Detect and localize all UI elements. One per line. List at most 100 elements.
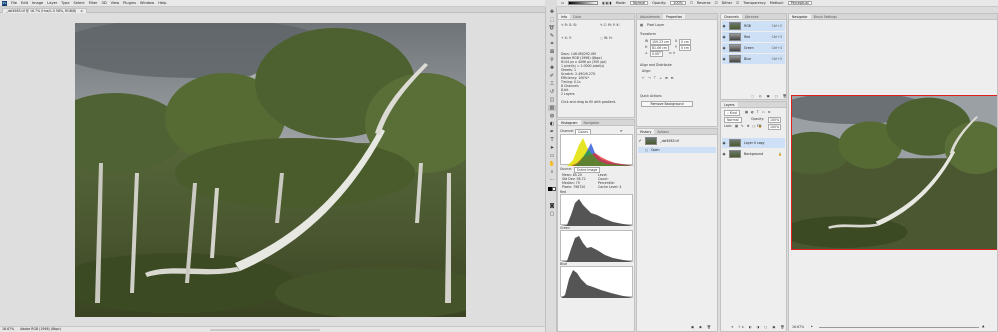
y-field[interactable]: 0 cm	[679, 45, 691, 51]
transform-title[interactable]: Transform	[640, 32, 656, 36]
canvas-area[interactable]	[0, 13, 545, 326]
gradient-style-icons[interactable]: ▮▯▮▯▮	[602, 1, 611, 5]
layer-filter-kind[interactable]: ⌕ Kind	[724, 110, 740, 116]
tab-color[interactable]: Color	[570, 14, 584, 19]
zoom-in-icon[interactable]: ▲	[982, 324, 984, 328]
layer-opacity-field[interactable]: 100%	[768, 117, 782, 123]
eye-icon[interactable]: ◉	[722, 152, 726, 156]
history-brush-icon[interactable]: ↺	[548, 89, 556, 95]
color-swatches-icon[interactable]	[548, 187, 556, 193]
document-image[interactable]	[75, 23, 466, 317]
quick-select-icon[interactable]: ✎	[548, 33, 556, 39]
tab-brush-settings[interactable]: Brush Settings	[811, 14, 840, 19]
zoom-out-icon[interactable]: ▴	[811, 324, 813, 328]
healing-brush-icon[interactable]: ✚	[548, 65, 556, 71]
channels-footer-icons[interactable]: ◌ ◎ ▣ ▢ 🗑	[751, 94, 786, 98]
menu-view[interactable]: View	[111, 1, 120, 5]
menu-layer[interactable]: Layer	[47, 1, 57, 5]
fill-field[interactable]: 100%	[768, 124, 782, 130]
tab-histogram[interactable]: Histogram	[558, 120, 581, 125]
zoom-tool-icon[interactable]: ⌕	[548, 169, 556, 175]
menu-filter[interactable]: Filter	[89, 1, 98, 5]
history-state[interactable]: ▢ Open	[638, 147, 716, 153]
reverse-checkbox[interactable]: ☐	[690, 1, 693, 5]
menu-type[interactable]: Type	[61, 1, 69, 5]
pen-tool-icon[interactable]: ✒	[548, 129, 556, 135]
history-snapshot[interactable]: ✐ _dsf4983.tif	[638, 136, 716, 146]
lasso-tool-icon[interactable]: ➰	[548, 25, 556, 31]
dither-checkbox[interactable]: ☑	[715, 1, 718, 5]
menu-window[interactable]: Window	[140, 1, 154, 5]
eyedropper-icon[interactable]: ⚲	[548, 57, 556, 63]
menu-3d[interactable]: 3D	[102, 1, 107, 5]
screen-mode-icon[interactable]: ▢	[548, 211, 556, 217]
status-zoom[interactable]: 16.67%	[2, 327, 14, 332]
horizontal-scrollbar[interactable]	[210, 328, 320, 331]
menu-help[interactable]: Help	[158, 1, 166, 5]
channel-row-red[interactable]: ◉ Red Ctrl+3	[722, 32, 785, 42]
layer-row-copy[interactable]: ◉ Layer 0 copy	[722, 138, 785, 148]
refresh-icon[interactable]: ⟳	[620, 129, 623, 133]
brush-tool-icon[interactable]: ✐	[548, 73, 556, 79]
tab-properties[interactable]: Properties	[662, 14, 686, 19]
frame-tool-icon[interactable]: ⊠	[548, 49, 556, 55]
type-tool-icon[interactable]: T	[548, 137, 556, 143]
opacity-field[interactable]: 100%	[670, 1, 686, 5]
tab-navigator-mini[interactable]: Navigator	[581, 120, 603, 125]
method-select[interactable]: Perceptual	[787, 1, 812, 5]
eye-icon[interactable]: ◉	[722, 24, 726, 28]
remove-background-button[interactable]: Remove Background	[641, 101, 693, 107]
channel-row-rgb[interactable]: ◉ RGB Ctrl+2	[722, 21, 785, 31]
gradient-tool-icon[interactable]: ▥	[548, 105, 556, 111]
eraser-tool-icon[interactable]: ◫	[548, 97, 556, 103]
channel-row-blue[interactable]: ◉ Blue Ctrl+5	[722, 54, 785, 64]
mode-select[interactable]: Normal	[629, 1, 649, 5]
navigator-zoom[interactable]: 16.67%	[792, 325, 804, 329]
shape-tool-icon[interactable]: ▭	[548, 153, 556, 159]
eye-icon[interactable]: ◉	[722, 35, 726, 39]
more-tools-icon[interactable]: ⋯	[548, 177, 556, 183]
quick-actions-title[interactable]: Quick Actions	[640, 94, 662, 98]
gradient-tool-icon[interactable]: ▭	[561, 1, 564, 5]
tab-history[interactable]: History	[637, 129, 655, 134]
status-info[interactable]: Adobe RGB (1998) (8bpc)	[20, 327, 61, 332]
tab-libraries[interactable]: Libraries	[742, 14, 762, 19]
photoshop-logo-icon[interactable]: Ps	[2, 0, 7, 6]
flip-icons[interactable]: ⇔ ⇕	[669, 51, 675, 55]
blend-mode-select[interactable]: Normal	[724, 117, 742, 123]
move-tool-icon[interactable]: ✥	[548, 9, 556, 15]
layer-row-background[interactable]: ◉ Background 🔒	[722, 149, 785, 159]
gradient-picker[interactable]	[568, 1, 599, 5]
align-title[interactable]: Align and Distribute	[640, 63, 672, 67]
menu-file[interactable]: File	[11, 1, 17, 5]
angle-field[interactable]: 0.00°	[650, 51, 663, 57]
zoom-slider[interactable]	[819, 327, 979, 328]
tab-actions[interactable]: Actions	[654, 129, 672, 134]
eye-icon[interactable]: ◉	[722, 141, 726, 145]
history-brush-source-icon[interactable]: ✐	[638, 139, 642, 143]
channel-row-green[interactable]: ◉ Green Ctrl+4	[722, 43, 785, 53]
align-buttons-icon[interactable]: ⊢⊣⊤⊥⊞⊟	[642, 76, 676, 80]
tab-adjustments[interactable]: Adjustments	[637, 14, 663, 19]
eye-icon[interactable]: ◉	[722, 46, 726, 50]
marquee-tool-icon[interactable]: ⬚	[548, 17, 556, 23]
menu-image[interactable]: Image	[32, 1, 43, 5]
menu-select[interactable]: Select	[74, 1, 85, 5]
hand-tool-icon[interactable]: ✋	[548, 161, 556, 167]
menu-edit[interactable]: Edit	[21, 1, 28, 5]
eye-icon[interactable]: ◉	[722, 57, 726, 61]
path-select-icon[interactable]: ➤	[548, 145, 556, 151]
navigator-view-box[interactable]	[791, 95, 997, 250]
tab-channels[interactable]: Channels	[721, 14, 742, 19]
menu-plugins[interactable]: Plugins	[123, 1, 136, 5]
tab-navigator[interactable]: Navigator	[789, 14, 811, 19]
transparency-checkbox[interactable]: ☑	[736, 1, 739, 5]
blur-tool-icon[interactable]: ◍	[548, 113, 556, 119]
history-footer-icons[interactable]: ▣ ◉ 🗑	[691, 325, 713, 329]
dodge-tool-icon[interactable]: ◐	[548, 121, 556, 127]
crop-tool-icon[interactable]: ⌗	[548, 41, 556, 47]
layers-footer-icons[interactable]: ⚭ fx ◐ ◑ ▢ ▣ 🗑	[731, 325, 786, 329]
stamp-tool-icon[interactable]: ⎍	[548, 81, 556, 87]
layer-filter-icons[interactable]: ▦ ◐ T ▭ ⊡	[745, 110, 771, 114]
tab-layers[interactable]: Layers	[721, 102, 738, 107]
